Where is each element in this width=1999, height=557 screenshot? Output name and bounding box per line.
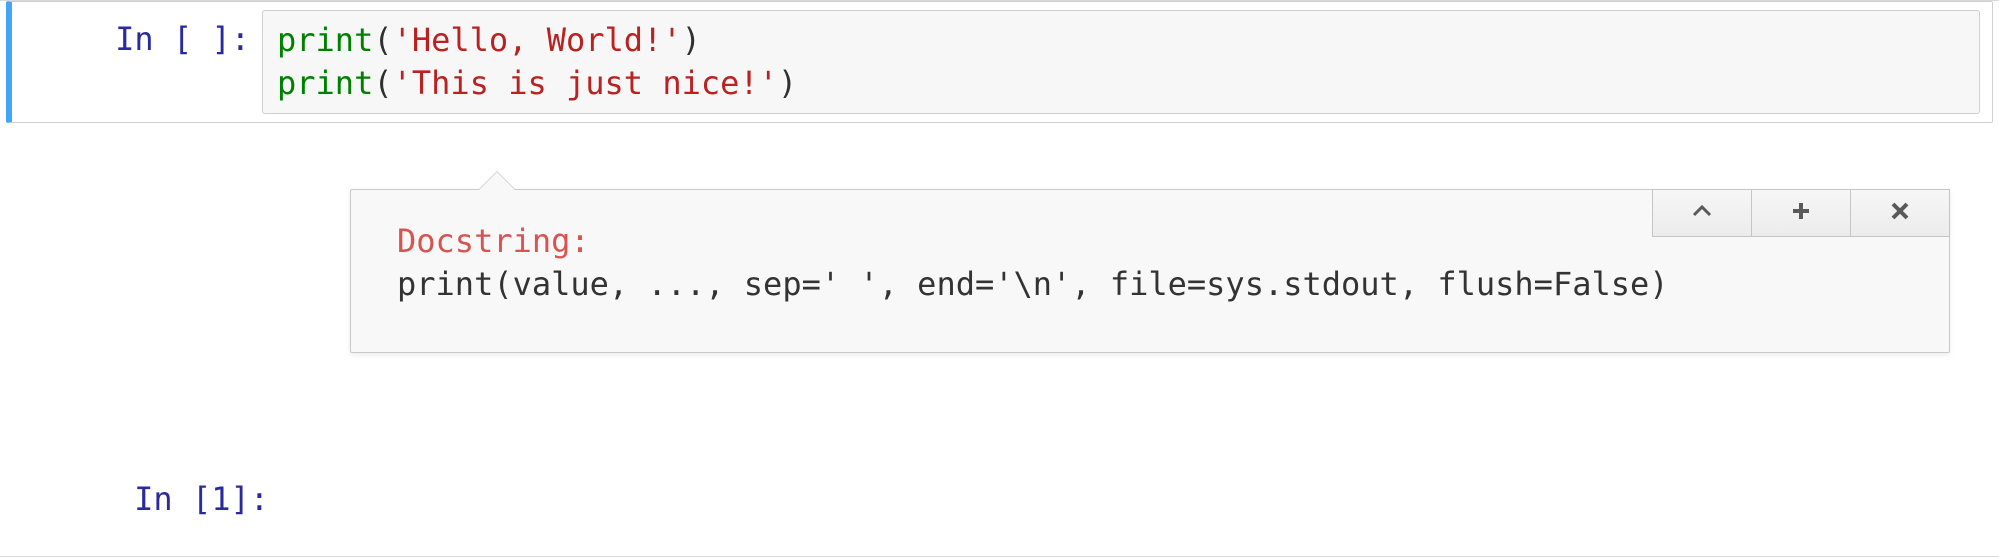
token-string: 'Hello, World!' (393, 21, 682, 59)
token-punc: ( (373, 64, 392, 102)
input-prompt: In [1]: (31, 470, 281, 521)
prompt-label: In [1]: (134, 480, 269, 518)
plus-icon (1789, 191, 1813, 234)
token-punc: ( (373, 21, 392, 59)
code-input[interactable]: print('Hello, World!') print('This is ju… (262, 10, 1980, 114)
tooltip-close-button[interactable] (1850, 189, 1950, 237)
code-line: print('Hello, World!') (277, 19, 1965, 62)
caret-up-icon (1690, 191, 1714, 234)
code-input[interactable] (281, 470, 1980, 488)
tooltip-pager: Docstring: print(value, ..., sep=' ', en… (350, 189, 1950, 353)
tooltip-expand-button[interactable] (1751, 189, 1851, 237)
tooltip-prev-button[interactable] (1652, 189, 1752, 237)
docstring-signature: print(value, ..., sep=' ', end='\n', fil… (397, 265, 1669, 303)
token-punc: ) (778, 64, 797, 102)
close-icon (1888, 191, 1912, 234)
token-builtin: print (277, 64, 373, 102)
token-punc: ) (682, 21, 701, 59)
token-builtin: print (277, 21, 373, 59)
docstring-label: Docstring: (397, 222, 590, 260)
token-string: 'This is just nice!' (393, 64, 778, 102)
code-cell[interactable]: In [1]: (6, 461, 1993, 530)
tooltip-toolbar (1653, 189, 1950, 237)
tooltip-arrow (479, 172, 515, 190)
input-prompt: In [ ]: (12, 10, 262, 61)
code-cell[interactable]: In [ ]: print('Hello, World!') print('Th… (6, 1, 1993, 123)
code-line: print('This is just nice!') (277, 62, 1965, 105)
prompt-label: In [ ]: (115, 20, 250, 58)
